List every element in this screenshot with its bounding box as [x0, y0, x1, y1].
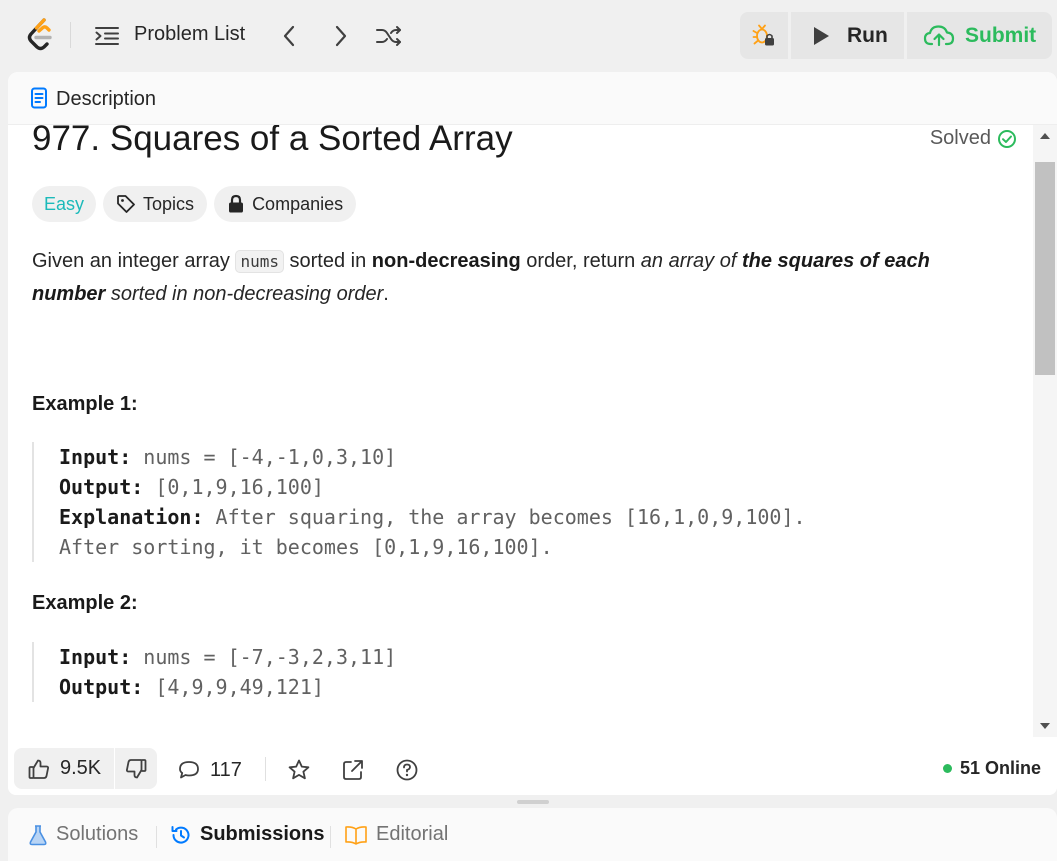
footer-divider	[265, 757, 266, 781]
input-label: Input:	[59, 445, 132, 469]
submit-button[interactable]: Submit	[907, 12, 1052, 59]
output-label: Output:	[59, 475, 144, 499]
example-2-title: Example 2:	[32, 592, 138, 614]
next-problem-button[interactable]	[326, 20, 356, 52]
random-problem-button[interactable]	[374, 20, 404, 52]
chevron-right-icon	[335, 25, 347, 47]
tab-editorial-label: Editorial	[376, 823, 449, 845]
input-label: Input:	[59, 645, 132, 669]
favorite-button[interactable]	[287, 756, 311, 784]
companies-tag[interactable]: Companies	[214, 186, 357, 222]
online-status: 51 Online	[942, 758, 1041, 779]
output-value: [4,9,9,49,121]	[143, 675, 324, 699]
like-count: 9.5K	[60, 757, 102, 779]
statement-italic: an array of	[640, 250, 742, 272]
problem-statement: Given an integer array nums sorted in no…	[32, 245, 982, 310]
tab-solutions-label: Solutions	[56, 823, 139, 845]
solved-status: Solved	[930, 127, 1017, 150]
tab-divider	[330, 826, 331, 848]
check-circle-icon	[998, 129, 1016, 148]
online-count: 51 Online	[959, 758, 1041, 778]
output-value: [0,1,9,16,100]	[143, 475, 324, 499]
statement-text: .	[383, 283, 389, 305]
topics-label: Topics	[143, 193, 195, 214]
input-value: nums = [-7,-3,2,3,11]	[131, 645, 397, 669]
tab-editorial[interactable]: Editorial	[344, 823, 448, 846]
bottom-tabs-panel: Solutions Submissions Editorial	[8, 808, 1057, 861]
example-2-block: Input: nums = [-7,-3,2,3,11] Output: [4,…	[32, 642, 396, 702]
star-icon	[288, 759, 310, 780]
tag-icon	[117, 195, 135, 213]
explanation-label: Explanation:	[59, 505, 204, 529]
explanation-value: After sorting, it becomes [0,1,9,16,100]…	[59, 535, 553, 559]
example-1-block: Input: nums = [-4,-1,0,3,10] Output: [0,…	[32, 442, 806, 562]
online-dot-icon	[942, 764, 952, 773]
like-button[interactable]: 9.5K	[14, 748, 114, 789]
scrollbar-thumb[interactable]	[1035, 162, 1055, 375]
tab-divider	[156, 826, 157, 848]
comments-button[interactable]: 117	[178, 756, 242, 784]
output-label: Output:	[59, 675, 144, 699]
lock-icon	[229, 194, 244, 213]
description-content: 977. Squares of a Sorted Array Solved Ea…	[8, 125, 1033, 737]
input-value: nums = [-4,-1,0,3,10]	[131, 445, 397, 469]
share-button[interactable]	[341, 756, 365, 784]
comment-bubble-icon	[179, 761, 199, 779]
document-icon	[31, 87, 47, 109]
leetcode-logo-icon[interactable]	[26, 18, 56, 52]
tab-solutions[interactable]: Solutions	[28, 823, 138, 846]
cloud-upload-icon	[923, 24, 955, 46]
description-panel: Description 977. Squares of a Sorted Arr…	[8, 72, 1057, 795]
solved-label: Solved	[929, 127, 991, 149]
question-circle-icon	[396, 759, 418, 781]
scroll-up-arrow-icon[interactable]	[1040, 133, 1050, 139]
tab-submissions-label: Submissions	[200, 823, 325, 845]
tab-submissions[interactable]: Submissions	[170, 823, 324, 846]
thumbs-up-icon	[28, 759, 49, 779]
external-link-icon	[343, 760, 363, 780]
vote-group: 9.5K	[14, 748, 157, 789]
submit-label: Submit	[965, 23, 1037, 47]
statement-bold: non-decreasing	[371, 250, 521, 272]
tab-description[interactable]: Description	[56, 88, 156, 111]
run-button[interactable]: Run	[791, 12, 904, 59]
debug-button[interactable]	[740, 12, 788, 59]
problem-list-icon[interactable]	[94, 24, 120, 48]
history-icon	[171, 825, 190, 844]
scroll-down-arrow-icon[interactable]	[1040, 723, 1050, 729]
statement-text: sorted in	[283, 250, 372, 272]
problem-title: 977. Squares of a Sorted Array	[32, 125, 513, 158]
shuffle-icon	[376, 26, 401, 46]
help-button[interactable]	[395, 756, 419, 784]
statement-italic: sorted in non-decreasing order	[105, 283, 384, 305]
prev-problem-button[interactable]	[274, 20, 304, 52]
vertical-scrollbar[interactable]	[1033, 125, 1057, 737]
top-bar: Problem List Run Submit	[0, 0, 1057, 72]
book-open-icon	[345, 825, 367, 845]
inline-code: nums	[235, 250, 284, 273]
statement-text: Given an integer array	[32, 250, 236, 272]
dislike-button[interactable]	[115, 748, 157, 789]
topics-tag[interactable]: Topics	[103, 186, 208, 222]
difficulty-badge: Easy	[32, 186, 97, 222]
explanation-value: After squaring, the array becomes [16,1,…	[203, 505, 806, 529]
bug-lock-icon	[752, 24, 774, 45]
panel-resize-handle[interactable]	[517, 800, 549, 804]
comment-count: 117	[210, 758, 242, 781]
problem-tags: Easy Topics Companies	[32, 186, 357, 222]
panel-footer: 9.5K 117 51 Online	[8, 737, 1057, 795]
chevron-left-icon	[283, 25, 295, 47]
thumbs-down-icon	[126, 758, 147, 778]
companies-label: Companies	[252, 193, 344, 214]
flask-icon	[29, 824, 47, 845]
run-label: Run	[847, 23, 888, 47]
topbar-divider	[70, 22, 71, 48]
panel-header: Description	[8, 72, 1057, 125]
play-icon	[814, 26, 829, 45]
statement-text: order, return	[520, 250, 641, 272]
problem-list-link[interactable]: Problem List	[134, 23, 245, 46]
example-1-title: Example 1:	[32, 393, 138, 415]
